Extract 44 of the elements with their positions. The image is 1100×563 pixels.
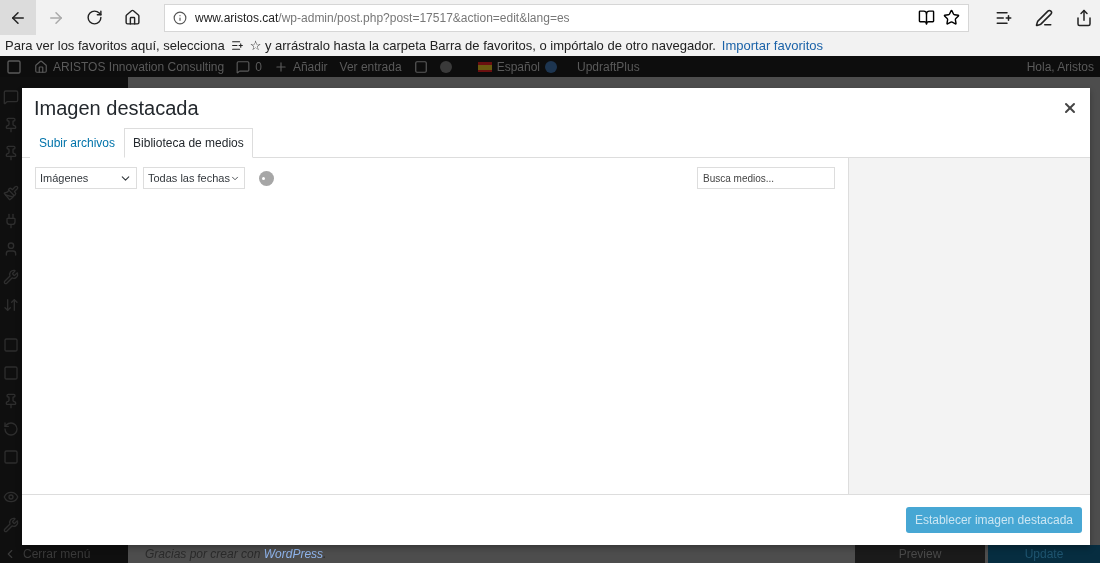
filter-select[interactable]: Todas las fechas (143, 167, 245, 189)
wrench-icon[interactable] (3, 269, 19, 285)
favorites-hint: ☆ y arrástralo hasta la carpeta Barra de favoritos, o impórtalo de otro navegador. (249, 38, 716, 54)
star-icon[interactable] (943, 9, 960, 26)
info-icon (173, 10, 187, 25)
brush-icon[interactable] (3, 185, 19, 201)
url-text: www.aristos.cat/wp-admin/post.php?post=17517&action=edit&lang=es (195, 10, 571, 25)
eye-icon[interactable] (3, 489, 19, 505)
pin-icon[interactable] (3, 145, 19, 161)
comment-icon (236, 59, 251, 74)
language-link[interactable]: Español (471, 59, 563, 74)
home-icon (34, 59, 48, 74)
new-link[interactable]: Añadir (267, 59, 334, 74)
plug-icon[interactable] (3, 213, 19, 229)
spinner-icon (259, 170, 274, 186)
home-icon (123, 9, 141, 26)
address-field[interactable]: www.aristos.cat/wp-admin/post.php?post=17517&action=edit&lang=es (164, 3, 969, 32)
plus-icon (273, 59, 288, 74)
refresh-icon[interactable] (3, 421, 19, 437)
refresh-icon (85, 9, 103, 26)
view-post-link[interactable]: Ver entrada (333, 59, 408, 74)
wrench-icon[interactable] (3, 517, 19, 533)
modal-title: Imagen destacada (34, 96, 200, 120)
back-button[interactable] (0, 0, 36, 35)
pin-icon[interactable] (3, 117, 19, 133)
greeting-text: Hola, Aristos (1026, 59, 1095, 74)
user-icon[interactable] (3, 241, 19, 257)
share-icon[interactable] (1075, 8, 1093, 27)
reading-view-icon[interactable] (918, 9, 935, 26)
modal-tab[interactable]: Biblioteca de medios (124, 128, 253, 158)
comments-icon[interactable] (3, 89, 19, 105)
pen-icon[interactable] (1035, 8, 1053, 27)
updraftplus-link[interactable]: UpdraftPlus (571, 59, 646, 74)
pin-icon[interactable] (3, 393, 19, 409)
import-favorites-link[interactable]: Importar favoritos (721, 38, 823, 54)
close-button[interactable] (1062, 100, 1078, 116)
filter-select[interactable]: Imágenes (35, 167, 137, 189)
square-icon[interactable] (3, 449, 19, 465)
comments-link[interactable]: 0 (230, 59, 268, 74)
search-field[interactable]: Busca medios... (697, 167, 835, 189)
favorites-icon (230, 39, 244, 53)
site-name-link[interactable]: ARISTOS Innovation Consulting (28, 59, 231, 74)
favorites-hint: Para ver los favoritos aquí, selecciona (5, 38, 225, 54)
arrows-icon[interactable] (3, 297, 19, 313)
